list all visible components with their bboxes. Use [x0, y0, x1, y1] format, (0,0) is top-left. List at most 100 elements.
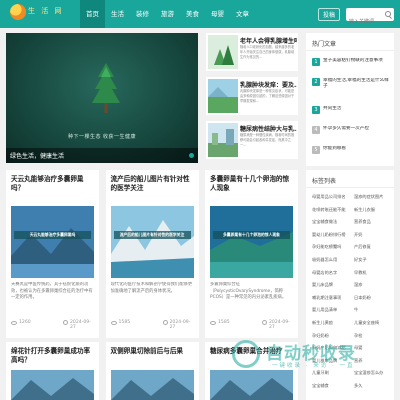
- search-box: [346, 8, 394, 29]
- article-card[interactable]: 绵花针打开多囊卵巢成功率高吗？: [6, 342, 99, 400]
- tag-link[interactable]: 产后修复: [354, 244, 371, 250]
- view-count: 1260: [19, 320, 31, 325]
- hot-articles-panel: 热门文章 1 金子美容粘钉物联的注意事项 2 幸福的生活,幸福的生活是什么样子 …: [306, 33, 394, 166]
- featured-thumbnail: [208, 79, 238, 113]
- article-meta: 1585 2024-09-27: [110, 320, 195, 330]
- featured-item[interactable]: 乳腺肿块发痒：要及... 乳腺肿块发痒是一种常见症状，可能是由多种原因引起的，了…: [206, 77, 298, 115]
- tag-link[interactable]: 宝宝辅食: [312, 383, 329, 389]
- tag-link[interactable]: 开奶: [354, 232, 362, 238]
- article-card[interactable]: 双侧卵巢切除前后与后果: [105, 342, 199, 400]
- article-image[interactable]: [11, 370, 94, 400]
- views-icon: [110, 321, 117, 325]
- hot-article-title: 幸福的生活,幸福的生活是什么样子: [323, 78, 389, 89]
- article-card[interactable]: 多囊卵巢有十几个卵泡的惊人现象 多囊卵巢有十几个卵泡的惊人现象 多囊卵巢综合征（Po…: [205, 170, 298, 338]
- image-label: 多囊卵巢有十几个卵泡的惊人现象: [213, 231, 290, 239]
- article-excerpt: 天赛丸是中医传统药，其于祛瘀化痰的功效，也被认为在多囊卵巢综合征的治疗中有一定的…: [11, 282, 93, 300]
- article-image[interactable]: [210, 370, 293, 400]
- hero-banner[interactable]: 种下一棵生态 收获一生健康: [6, 33, 198, 163]
- hot-article-item[interactable]: 1 金子美容粘钉物联的注意事项: [312, 57, 392, 69]
- featured-item[interactable]: 糖尿病性结肿大与乳... 糖尿病是一种慢性疾病，随着时间的推移可能会引起各种并发…: [206, 121, 298, 159]
- nav-life[interactable]: 生活: [105, 0, 130, 28]
- nav-food[interactable]: 美食: [180, 0, 205, 28]
- hot-article-item[interactable]: 3 共同生活: [312, 105, 392, 117]
- tag-link[interactable]: 新生儿黄疸: [312, 320, 333, 326]
- site-logo[interactable]: 生 活 网: [10, 3, 64, 25]
- hot-article-item[interactable]: 4 怀孕多久需要一次产检: [312, 125, 392, 137]
- article-meta: 1260 2024-09-27: [11, 320, 95, 330]
- rank-badge: 5: [312, 146, 320, 154]
- tag-link[interactable]: 新生儿衣服: [354, 207, 375, 213]
- submit-button[interactable]: 投稿: [318, 8, 340, 21]
- hot-article-item[interactable]: 2 幸福的生活,幸福的生活是什么样子: [312, 77, 392, 89]
- tags-title: 标签列表: [312, 178, 337, 185]
- tag-link[interactable]: 多久: [354, 383, 362, 389]
- article-image[interactable]: 多囊卵巢有十几个卵泡的惊人现象: [210, 206, 293, 278]
- tag-link[interactable]: 日本奶粉: [354, 295, 371, 301]
- main-nav: 首页 生活 装修 旅游 美食 母婴 文章: [80, 0, 255, 28]
- tag-link[interactable]: 好女子: [354, 257, 367, 263]
- article-title[interactable]: 双侧卵巢切除前后与后果: [111, 347, 195, 356]
- search-input[interactable]: [346, 15, 384, 29]
- article-photo: [210, 370, 293, 400]
- hot-article-item[interactable]: 5 你能到哪看: [312, 145, 392, 157]
- nav-home[interactable]: 首页: [80, 0, 105, 28]
- tag-link[interactable]: 孕妇能吃螃蟹吗: [312, 244, 341, 250]
- article-card[interactable]: 天云丸能够治疗多囊卵巢吗？ 天云丸能够治疗多囊卵巢吗天赛丸是中医传统药，其于祛瘀化…: [6, 170, 99, 338]
- article-title[interactable]: 流产后的船儿图片有针对性的医学关注: [111, 175, 195, 193]
- tag-link[interactable]: 营养食品: [354, 219, 371, 225]
- nav-mother-baby[interactable]: 母婴: [205, 0, 230, 28]
- logo-icon: [10, 4, 26, 20]
- publish-date: 2024-09-27: [269, 320, 290, 330]
- article-excerpt: 多囊卵巢综合征（PolycysticOvarySyndrome，简称PCOS）是…: [210, 282, 287, 300]
- article-photo: [110, 206, 194, 278]
- tree-illustration: [92, 63, 120, 115]
- view-count: 1585: [118, 320, 131, 325]
- article-photo: [11, 206, 94, 278]
- featured-title: 乳腺肿块发痒：要及...: [240, 82, 297, 89]
- rank-badge: 1: [312, 58, 320, 66]
- article-title[interactable]: 多囊卵巢有十几个卵泡的惊人现象: [210, 175, 294, 193]
- watermark: 自动秒收录 一键收录 · 来访 · 一直: [232, 336, 392, 372]
- tag-link[interactable]: 湿疹: [354, 282, 362, 288]
- article-title[interactable]: 绵花针打开多囊卵巢成功率高吗？: [11, 347, 95, 365]
- featured-desc: 乳腺肿块发痒是一种常见症状，可能是由多种原因引起的，了解这些原因对于早期发现和.…: [240, 89, 295, 103]
- article-image[interactable]: 流产后的船儿图片有针对性的医学关注: [110, 206, 194, 278]
- tag-link[interactable]: 婴儿用品清单: [312, 307, 337, 313]
- featured-desc: 随着人口老龄化的加剧，越来越多的老年人开始关注自己的身体健康，乳腺增生作为常见的…: [240, 45, 295, 59]
- tag-link[interactable]: 婴幼儿奶粉排行榜: [312, 232, 346, 238]
- tag-link[interactable]: 母婴店的名字: [312, 270, 337, 276]
- article-photo: [11, 370, 94, 400]
- search-icon[interactable]: [385, 11, 391, 17]
- article-meta: 1585 2024-09-27: [210, 320, 294, 330]
- logo-text: 生 活 网: [28, 7, 64, 15]
- tag-link[interactable]: 宝宝辅食做法: [312, 219, 337, 225]
- tag-link[interactable]: 湿疹的症状图片: [354, 194, 383, 200]
- slide-indicator[interactable]: [189, 153, 194, 158]
- article-image[interactable]: [110, 370, 194, 400]
- tag-link[interactable]: 花呗转账还能不能: [312, 207, 346, 213]
- hero-caption-bar[interactable]: 绿色生活，健康生活: [6, 148, 198, 163]
- article-card[interactable]: 流产后的船儿图片有针对性的医学关注 流产后的船儿图片有针对性的医学关注 现代化的医疗…: [105, 170, 199, 338]
- article-image[interactable]: 天云丸能够治疗多囊卵巢吗: [11, 206, 94, 278]
- article-title[interactable]: 天云丸能够治疗多囊卵巢吗？: [11, 175, 95, 193]
- tag-link[interactable]: 吸奶器怎么用: [312, 257, 337, 263]
- featured-item[interactable]: 老年人会得乳腺增生吗 随着人口老龄化的加剧，越来越多的老年人开始关注自己的身体健…: [206, 33, 298, 71]
- site-header: 生 活 网 首页 生活 装修 旅游 美食 母婴 文章 投稿: [0, 0, 400, 29]
- watermark-subtitle: 一键收录 · 来访 · 一直: [272, 363, 355, 369]
- nav-articles[interactable]: 文章: [230, 0, 255, 28]
- hot-article-title: 共同生活: [323, 106, 342, 111]
- rank-badge: 4: [312, 126, 320, 134]
- hero-caption-text: 绿色生活，健康生活: [10, 153, 65, 160]
- tag-link[interactable]: 哺乳期注意事项: [312, 295, 341, 301]
- nav-travel[interactable]: 旅游: [155, 0, 180, 28]
- divider: [306, 187, 394, 188]
- tag-link[interactable]: 早教机: [354, 270, 367, 276]
- tag-link[interactable]: 母婴用品公司排名: [312, 194, 346, 200]
- view-count: 1585: [218, 320, 230, 325]
- tag-link[interactable]: 牛: [354, 307, 358, 313]
- featured-desc: 糖尿病是一种慢性疾病，随着时间的推移可能会引起各种并发症，而其中之一...: [240, 133, 295, 147]
- nav-decoration[interactable]: 装修: [130, 0, 155, 28]
- tag-link[interactable]: 婴儿床品牌: [312, 282, 333, 288]
- tag-link[interactable]: 儿童安全座椅: [354, 320, 379, 326]
- clock-icon: [162, 320, 168, 325]
